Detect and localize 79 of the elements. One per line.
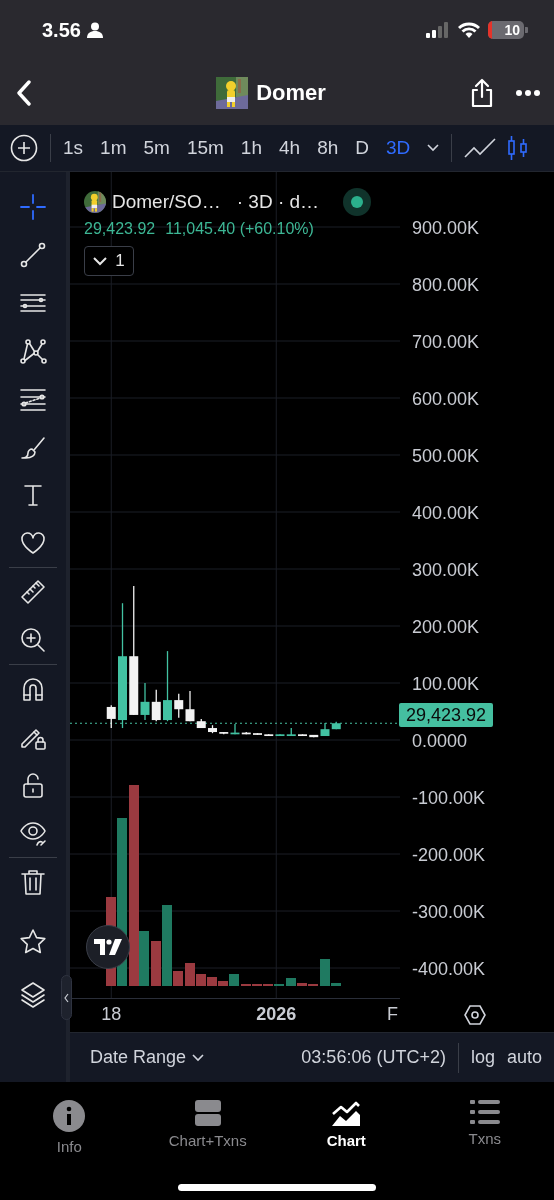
list-icon [469,1100,500,1124]
back-icon[interactable] [16,79,32,106]
heart-icon[interactable] [19,529,47,557]
collapse-handle[interactable] [61,975,72,1020]
trash-icon[interactable] [19,868,47,896]
nav-tab[interactable]: Chart [277,1100,416,1149]
timeframe-tab[interactable]: 1s [63,137,84,159]
star-icon[interactable] [19,928,47,956]
price-axis-label: 900.00K [412,218,480,239]
layers-icon[interactable] [19,980,47,1008]
timeframe-tab[interactable]: 4h [279,137,301,159]
status-time: 3.56 [42,18,81,42]
timeframe-tab[interactable]: 1h [240,137,262,159]
price-axis-label: 700.00K [412,332,480,353]
chevron-icon [64,992,69,1003]
price-axis-label: 0.0000 [412,731,468,752]
indicators-toggle[interactable]: 1 [84,246,134,276]
timeframe-tab[interactable]: 8h [317,137,339,159]
time-axis-label: 18 [101,1004,122,1025]
time-axis-label: 2026 [256,1004,297,1025]
candle [174,693,184,719]
pattern-icon[interactable] [19,337,47,365]
price-change: 11,045.40 (+60.10%) [165,220,314,238]
timeframe-tab[interactable]: 15m [186,137,224,159]
status-dot [343,188,372,216]
price-axis-label: 200.00K [412,617,480,638]
info-icon [53,1100,86,1132]
candle [253,732,262,736]
symbol-name: Domer/SO… [112,191,221,213]
timeframe-tab[interactable]: 3D [386,137,411,159]
crosshair-icon[interactable] [19,193,47,221]
price-axis-label: 100.00K [412,674,480,695]
nav-tab[interactable]: Chart+Txns [138,1100,277,1149]
caret-icon [192,1053,205,1062]
ruler-icon[interactable] [19,578,47,606]
candle [298,733,307,737]
price-axis-label: -400.00K [412,959,486,980]
caret-icon[interactable] [427,144,440,152]
split-view-icon [194,1100,221,1126]
person-icon [86,22,103,38]
timeframe-tab[interactable]: 1m [100,137,127,159]
last-price: 29,423.92 [84,220,156,238]
price-axis-label: 600.00K [412,389,480,410]
line-chart-icon[interactable] [464,137,497,159]
token-title: Domer [256,79,326,106]
last-price-tag: 29,423.92 [399,703,494,728]
settings-icon[interactable] [464,1004,486,1026]
more-icon[interactable] [516,89,540,96]
area-chart-icon [332,1100,361,1126]
wifi-icon [458,22,480,38]
symbol-interval: · 3D · d… [236,191,320,213]
time-axis-label: F [387,1004,398,1025]
date-range-button[interactable]: Date Range [90,1047,205,1068]
candle [208,724,217,734]
share-icon[interactable] [470,77,494,108]
nav-tab[interactable]: Info [0,1100,139,1155]
price-axis-label: -200.00K [412,845,486,866]
battery-level: 10 [504,22,520,38]
price-axis-label: 300.00K [412,560,480,581]
price-axis-label: 400.00K [412,503,480,524]
trend-line-icon[interactable] [19,241,47,269]
nav-tab[interactable]: Txns [415,1100,554,1147]
price-axis-label: 500.00K [412,446,480,467]
auto-scale-button[interactable]: auto [506,1047,542,1068]
candle [106,704,116,729]
timeframe-tab[interactable]: D [355,137,369,159]
candle [163,650,172,722]
candle [151,689,161,722]
price-axis-label: -300.00K [412,902,486,923]
timeframe-tab[interactable]: 5m [143,137,170,159]
price-axis-label: -100.00K [412,788,486,809]
add-icon[interactable] [10,134,38,162]
timezone-clock[interactable]: 03:56:06 (UTC+2) [301,1047,446,1068]
price-axis-label: 800.00K [412,275,480,296]
eye-icon[interactable] [19,819,47,847]
zoom-in-icon[interactable] [19,626,47,654]
chevron-icon [93,256,108,266]
signal-icon [426,22,450,38]
log-scale-button[interactable]: log [470,1047,495,1068]
